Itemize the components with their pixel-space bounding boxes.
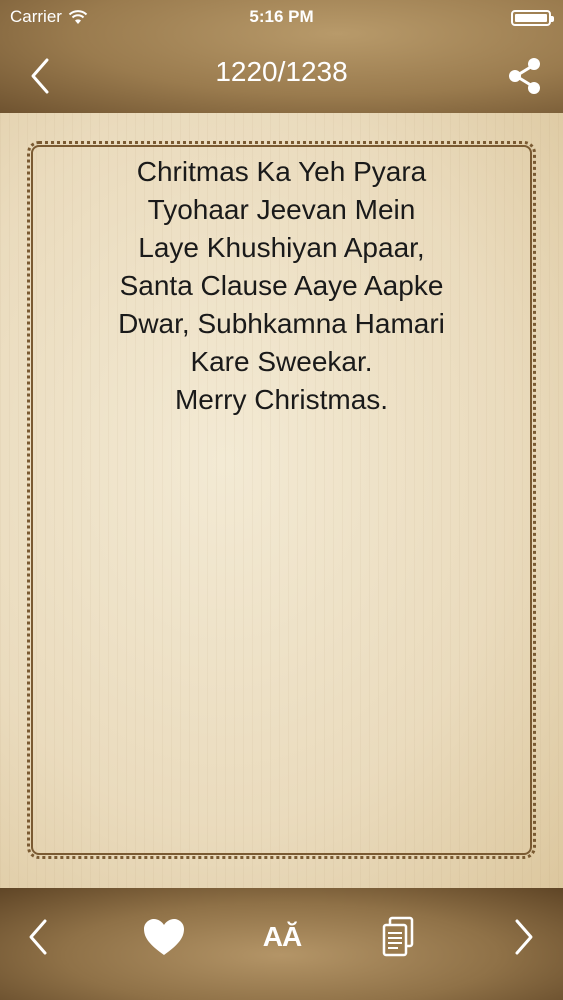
- favorite-button[interactable]: [137, 910, 191, 964]
- font-size-button[interactable]: AĂ: [255, 910, 309, 964]
- nav-bar: 1220/1238: [0, 36, 563, 113]
- font-size-icon: AĂ: [262, 921, 302, 952]
- share-button[interactable]: [505, 56, 545, 96]
- battery-icon: [511, 10, 554, 26]
- copy-icon: [382, 916, 414, 957]
- quote-text: Chritmas Ka Yeh Pyara Tyohaar Jeevan Mei…: [118, 156, 445, 415]
- status-time: 5:16 PM: [249, 7, 314, 26]
- copy-button[interactable]: [371, 910, 425, 964]
- next-button[interactable]: [496, 910, 550, 964]
- status-bar: Carrier 5:16 PM: [0, 0, 563, 36]
- previous-button[interactable]: [12, 910, 66, 964]
- heart-icon: [144, 919, 184, 955]
- share-icon: [509, 58, 540, 94]
- bottom-toolbar: AĂ: [0, 888, 563, 1000]
- page-counter-title: 1220/1238: [215, 56, 348, 87]
- chevron-right-icon: [515, 919, 533, 955]
- chevron-left-icon: [29, 919, 47, 955]
